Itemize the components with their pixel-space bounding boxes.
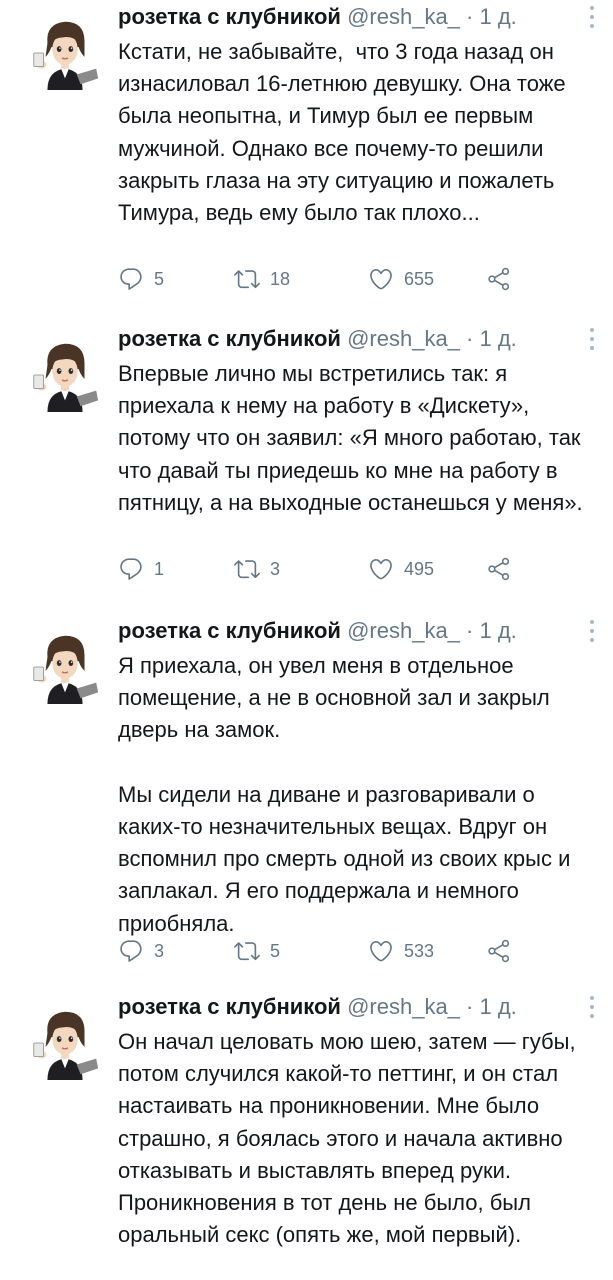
share-button[interactable] bbox=[486, 554, 512, 584]
tweet-time[interactable]: · 1 д. bbox=[466, 4, 517, 29]
share-icon bbox=[486, 938, 512, 964]
like-icon bbox=[368, 266, 394, 292]
user-handle[interactable]: @resh_ka_ bbox=[347, 994, 460, 1019]
tweet[interactable]: розетка с клубникой @resh_ka_ · 1 д. Он … bbox=[0, 990, 613, 1280]
avatar[interactable] bbox=[26, 628, 104, 706]
share-button[interactable] bbox=[486, 264, 512, 294]
tweet-header: розетка с клубникой @resh_ka_ · 1 д. bbox=[118, 324, 593, 354]
reply-icon bbox=[118, 266, 144, 292]
tweet[interactable]: розетка с клубникой @resh_ka_ · 1 д. Кст… bbox=[0, 0, 613, 322]
tweet[interactable]: розетка с клубникой @resh_ka_ · 1 д. Впе… bbox=[0, 322, 613, 614]
user-name[interactable]: розетка с клубникой bbox=[118, 4, 341, 29]
retweet-icon bbox=[234, 938, 260, 964]
tweet-text: Кстати, не забывайте, что 3 года назад о… bbox=[118, 39, 572, 226]
retweet-button[interactable]: 3 bbox=[234, 554, 280, 584]
tweet-header: розетка с клубникой @resh_ka_ · 1 д. bbox=[118, 616, 593, 646]
tweet-time[interactable]: · 1 д. bbox=[466, 326, 517, 351]
like-button[interactable]: 495 bbox=[368, 554, 434, 584]
reply-button[interactable]: 3 bbox=[118, 936, 164, 966]
like-icon bbox=[368, 556, 394, 582]
avatar[interactable] bbox=[26, 336, 104, 414]
avatar[interactable] bbox=[26, 14, 104, 92]
tweet[interactable]: розетка с клубникой @resh_ka_ · 1 д. Я п… bbox=[0, 614, 613, 990]
tweet-header: розетка с клубникой @resh_ka_ · 1 д. bbox=[118, 2, 593, 32]
reply-count: 5 bbox=[154, 268, 165, 289]
reply-count: 3 bbox=[154, 940, 165, 961]
user-handle[interactable]: @resh_ka_ bbox=[347, 326, 460, 351]
retweet-icon bbox=[234, 266, 260, 292]
retweet-button[interactable]: 18 bbox=[234, 264, 290, 294]
share-icon bbox=[486, 266, 512, 292]
avatar[interactable] bbox=[26, 1004, 104, 1082]
retweet-button[interactable]: 5 bbox=[234, 936, 280, 966]
reply-button[interactable]: 1 bbox=[118, 554, 164, 584]
share-icon bbox=[486, 556, 512, 582]
tweet-actions: 1 3 495 bbox=[118, 554, 518, 584]
tweet-text: Он начал целовать мою шею, затем — губы,… bbox=[118, 1029, 582, 1248]
retweet-count: 3 bbox=[270, 558, 281, 579]
like-count: 495 bbox=[404, 558, 435, 579]
reply-button[interactable]: 5 bbox=[118, 264, 164, 294]
reply-icon bbox=[118, 556, 144, 582]
retweet-count: 5 bbox=[270, 940, 281, 961]
tweet-actions: 3 5 533 bbox=[118, 936, 518, 966]
reply-count: 1 bbox=[154, 558, 165, 579]
share-button[interactable] bbox=[486, 936, 512, 966]
tweet-time[interactable]: · 1 д. bbox=[466, 618, 517, 643]
retweet-count: 18 bbox=[270, 268, 291, 289]
like-icon bbox=[368, 938, 394, 964]
more-icon[interactable] bbox=[587, 620, 597, 644]
like-count: 655 bbox=[404, 268, 435, 289]
user-name[interactable]: розетка с клубникой bbox=[118, 994, 341, 1019]
retweet-icon bbox=[234, 556, 260, 582]
tweet-text: Впервые лично мы встретились так: я прие… bbox=[118, 361, 587, 515]
tweet-header: розетка с клубникой @resh_ka_ · 1 д. bbox=[118, 992, 593, 1022]
tweet-text: Я приехала, он увел меня в отдельное пом… bbox=[118, 653, 571, 936]
more-icon[interactable] bbox=[587, 6, 597, 30]
user-handle[interactable]: @resh_ka_ bbox=[347, 4, 460, 29]
like-count: 533 bbox=[404, 940, 435, 961]
reply-icon bbox=[118, 938, 144, 964]
user-name[interactable]: розетка с клубникой bbox=[118, 618, 341, 643]
like-button[interactable]: 533 bbox=[368, 936, 434, 966]
tweet-actions: 5 18 655 bbox=[118, 264, 518, 294]
more-icon[interactable] bbox=[587, 996, 597, 1020]
like-button[interactable]: 655 bbox=[368, 264, 434, 294]
user-handle[interactable]: @resh_ka_ bbox=[347, 618, 460, 643]
tweet-time[interactable]: · 1 д. bbox=[466, 994, 517, 1019]
user-name[interactable]: розетка с клубникой bbox=[118, 326, 341, 351]
more-icon[interactable] bbox=[587, 328, 597, 352]
